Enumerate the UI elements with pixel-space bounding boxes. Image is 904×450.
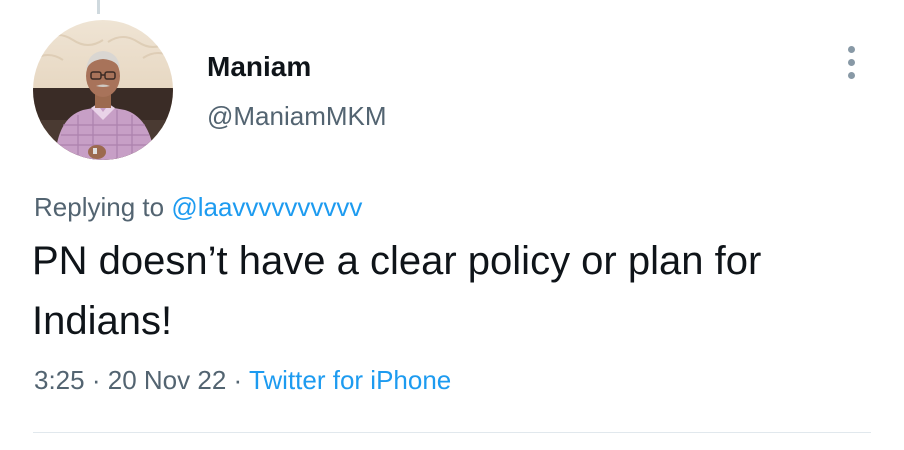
tweet-source-link[interactable]: Twitter for iPhone (249, 365, 451, 395)
thread-connector-line (97, 0, 100, 14)
more-vertical-icon-dot (847, 58, 855, 66)
replying-to-label: Replying to (34, 192, 165, 222)
tweet-text: PN doesn’t have a clear policy or plan f… (32, 239, 762, 343)
more-vertical-icon-dot (847, 71, 855, 79)
author-handle[interactable]: @ManiamMKM (207, 99, 387, 133)
avatar[interactable] (33, 20, 173, 160)
tweet-date[interactable]: 20 Nov 22 (108, 365, 227, 395)
tweet-meta: 3:25 · 20 Nov 22 · Twitter for iPhone (34, 363, 451, 397)
tweet-time[interactable]: 3:25 (34, 365, 85, 395)
reply-mention-link[interactable]: @laavvvvvvvvvv (171, 192, 362, 222)
divider (33, 432, 871, 433)
meta-separator: · (91, 365, 101, 395)
avatar-photo (33, 20, 173, 160)
meta-separator: · (233, 365, 243, 395)
more-vertical-icon (847, 45, 855, 53)
author-display-name[interactable]: Maniam (207, 50, 311, 84)
replying-to-line: Replying to @laavvvvvvvvvv (34, 190, 362, 224)
more-options-button[interactable] (836, 40, 866, 84)
